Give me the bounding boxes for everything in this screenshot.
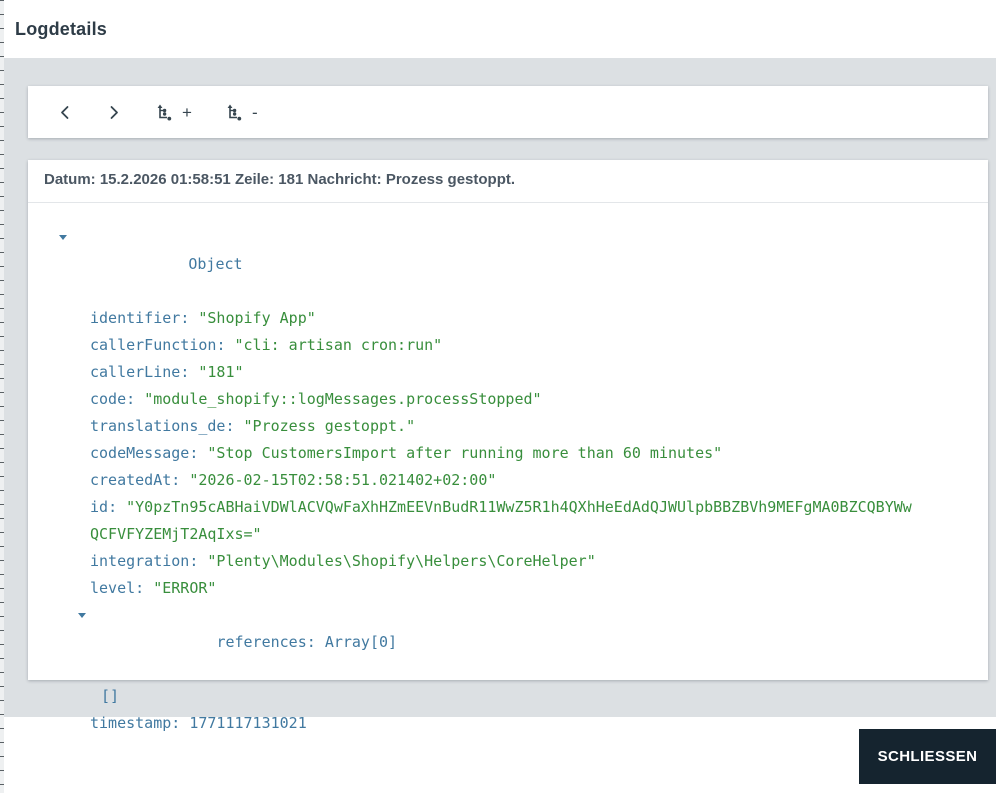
chevron-right-icon [106,104,122,121]
close-button[interactable]: SCHLIESSEN [859,729,996,784]
log-detail-panel: Datum: 15.2.2026 01:58:51 Zeile: 181 Nac… [28,160,988,732]
dialog-body: + - Datum: 15.2.2026 01:58:51 Zeile: 181… [4,58,996,732]
log-summary: Datum: 15.2.2026 01:58:51 Zeile: 181 Nac… [28,160,988,203]
tree-row-empty-array: [] [101,687,120,705]
tree-row-caller-line: callerLine"181" [90,359,912,386]
expand-tree-icon [155,102,175,122]
tree-row-identifier: identifier"Shopify App" [90,305,912,332]
tree-children: identifier"Shopify App" callerFunction"c… [78,305,972,737]
modal: Logdetails + - Datum: 15.2.2026 01:58:51… [4,0,996,793]
tree-row-integration: integration"Plenty\Modules\Shopify\Helpe… [90,548,912,575]
collapse-tree-icon [225,102,245,122]
previous-log-button[interactable] [44,92,86,132]
log-json-tree: Object identifier"Shopify App" callerFun… [28,203,988,737]
collapse-toggle-icon[interactable] [78,613,86,618]
log-details-dialog: Logdetails + - Datum: 15.2.2026 01:58:51… [0,0,996,793]
tree-row-code-message: codeMessage"Stop CustomersImport after r… [90,440,912,467]
dialog-titlebar: Logdetails [4,0,996,58]
collapse-all-label: - [251,102,258,122]
tree-row-code: code"module_shopify::logMessages.process… [90,386,912,413]
next-log-button[interactable] [93,92,135,132]
tree-row-timestamp: timestamp1771117131021 [90,710,912,737]
tree-root: Object [59,224,881,305]
tree-row-references: referencesArray[0] [78,602,912,683]
collapse-toggle-icon[interactable] [59,235,67,240]
tree-row-translations-de: translations_de"Prozess gestoppt." [90,413,912,440]
expand-all-button[interactable]: + [142,92,205,132]
expand-all-label: + [182,102,192,122]
collapse-all-button[interactable]: - [212,92,271,132]
tree-row-caller-function: callerFunction"cli: artisan cron:run" [90,332,912,359]
references-children: [] [101,683,972,710]
dialog-title: Logdetails [15,18,108,39]
log-toolbar: + - [28,86,988,138]
tree-root-label: Object [188,255,243,273]
chevron-left-icon [57,104,73,121]
tree-row-level: level"ERROR" [90,575,912,602]
tree-row-created-at: createdAt"2026-02-15T02:58:51.021402+02:… [90,467,912,494]
tree-row-id: id"Y0pzTn95cABHaiVDWlACVQwFaXhHZmEEVnBud… [90,494,912,548]
